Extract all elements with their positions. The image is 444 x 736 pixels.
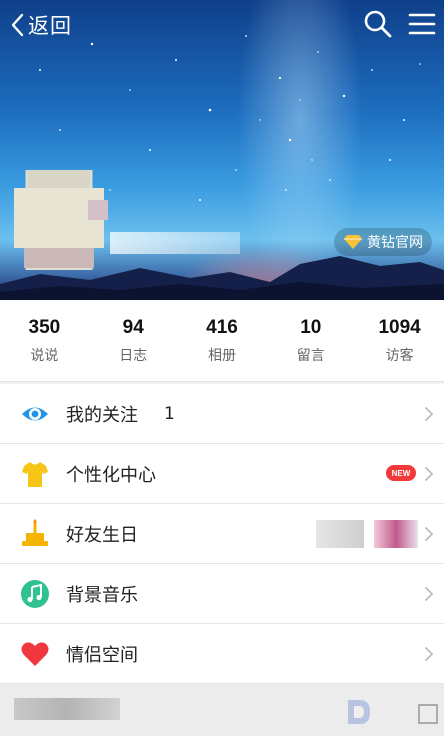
stat-value: 10 xyxy=(300,316,322,338)
yellow-diamond-official-badge[interactable]: 黄钻官网 xyxy=(334,228,432,256)
stat-messages[interactable]: 10 留言 xyxy=(266,300,355,381)
watermark-frame-icon xyxy=(418,704,438,724)
birthday-cake-icon xyxy=(22,519,48,546)
profile-stats-bar: 350 说说 94 日志 416 相册 10 留言 1094 访客 xyxy=(0,300,444,382)
stat-label: 日志 xyxy=(119,347,148,364)
menu-item-label: 情侣空间 xyxy=(66,644,138,666)
footer-content-blurred xyxy=(14,698,120,720)
menu-item-background-music[interactable]: 背景音乐 xyxy=(0,564,444,624)
chevron-right-icon xyxy=(425,587,434,601)
watermark-logo-icon xyxy=(348,700,370,724)
nickname-blurred xyxy=(110,232,240,254)
menu-item-label: 好友生日 xyxy=(66,524,138,546)
music-note-icon xyxy=(21,580,49,608)
menu-item-label: 背景音乐 xyxy=(66,584,138,606)
birthday-friend-avatar-blurred xyxy=(316,520,364,548)
stat-label: 相册 xyxy=(207,347,236,364)
top-bar: 返回 xyxy=(0,0,444,50)
menu-item-couple-space[interactable]: 情侣空间 xyxy=(0,624,444,684)
stat-value: 350 xyxy=(28,316,61,338)
back-label: 返回 xyxy=(28,14,72,38)
heart-icon xyxy=(21,642,49,666)
search-icon[interactable] xyxy=(362,8,394,40)
stat-label: 访客 xyxy=(385,347,414,364)
menu-item-my-follows[interactable]: 我的关注 1 xyxy=(0,384,444,444)
eye-icon xyxy=(22,407,48,421)
hamburger-menu-icon[interactable] xyxy=(408,10,436,38)
stat-album[interactable]: 416 相册 xyxy=(178,300,267,381)
stat-label: 说说 xyxy=(30,347,59,364)
diamond-icon xyxy=(344,235,362,249)
menu-item-friend-birthdays[interactable]: 好友生日 xyxy=(0,504,444,564)
chevron-right-icon xyxy=(425,407,434,421)
follow-count: 1 xyxy=(164,403,175,424)
site-watermark xyxy=(346,696,442,732)
birthday-friend-avatar-blurred xyxy=(374,520,418,548)
menu-item-personalization-center[interactable]: 个性化中心 NEW xyxy=(0,444,444,504)
chevron-left-icon xyxy=(11,13,24,37)
stat-shuoshuo[interactable]: 350 说说 xyxy=(0,300,89,381)
profile-menu-list: 我的关注 1 个性化中心 NEW 好友生日 背景音乐 情侣空间 xyxy=(0,384,444,684)
stat-blog[interactable]: 94 日志 xyxy=(89,300,178,381)
stat-value: 94 xyxy=(122,316,144,338)
stat-value: 1094 xyxy=(378,316,421,338)
chevron-right-icon xyxy=(425,467,434,481)
new-badge: NEW xyxy=(386,465,416,481)
menu-item-label: 个性化中心 xyxy=(66,464,156,486)
stat-label: 留言 xyxy=(296,347,325,364)
avatar[interactable] xyxy=(14,170,110,270)
stat-visitors[interactable]: 1094 访客 xyxy=(355,300,444,381)
chevron-right-icon xyxy=(425,647,434,661)
tshirt-icon xyxy=(22,462,48,487)
stat-value: 416 xyxy=(206,316,238,338)
back-button[interactable]: 返回 xyxy=(8,8,72,42)
menu-item-label: 我的关注 xyxy=(66,404,138,426)
vip-badge-label: 黄钻官网 xyxy=(367,235,423,251)
chevron-right-icon xyxy=(425,527,434,541)
